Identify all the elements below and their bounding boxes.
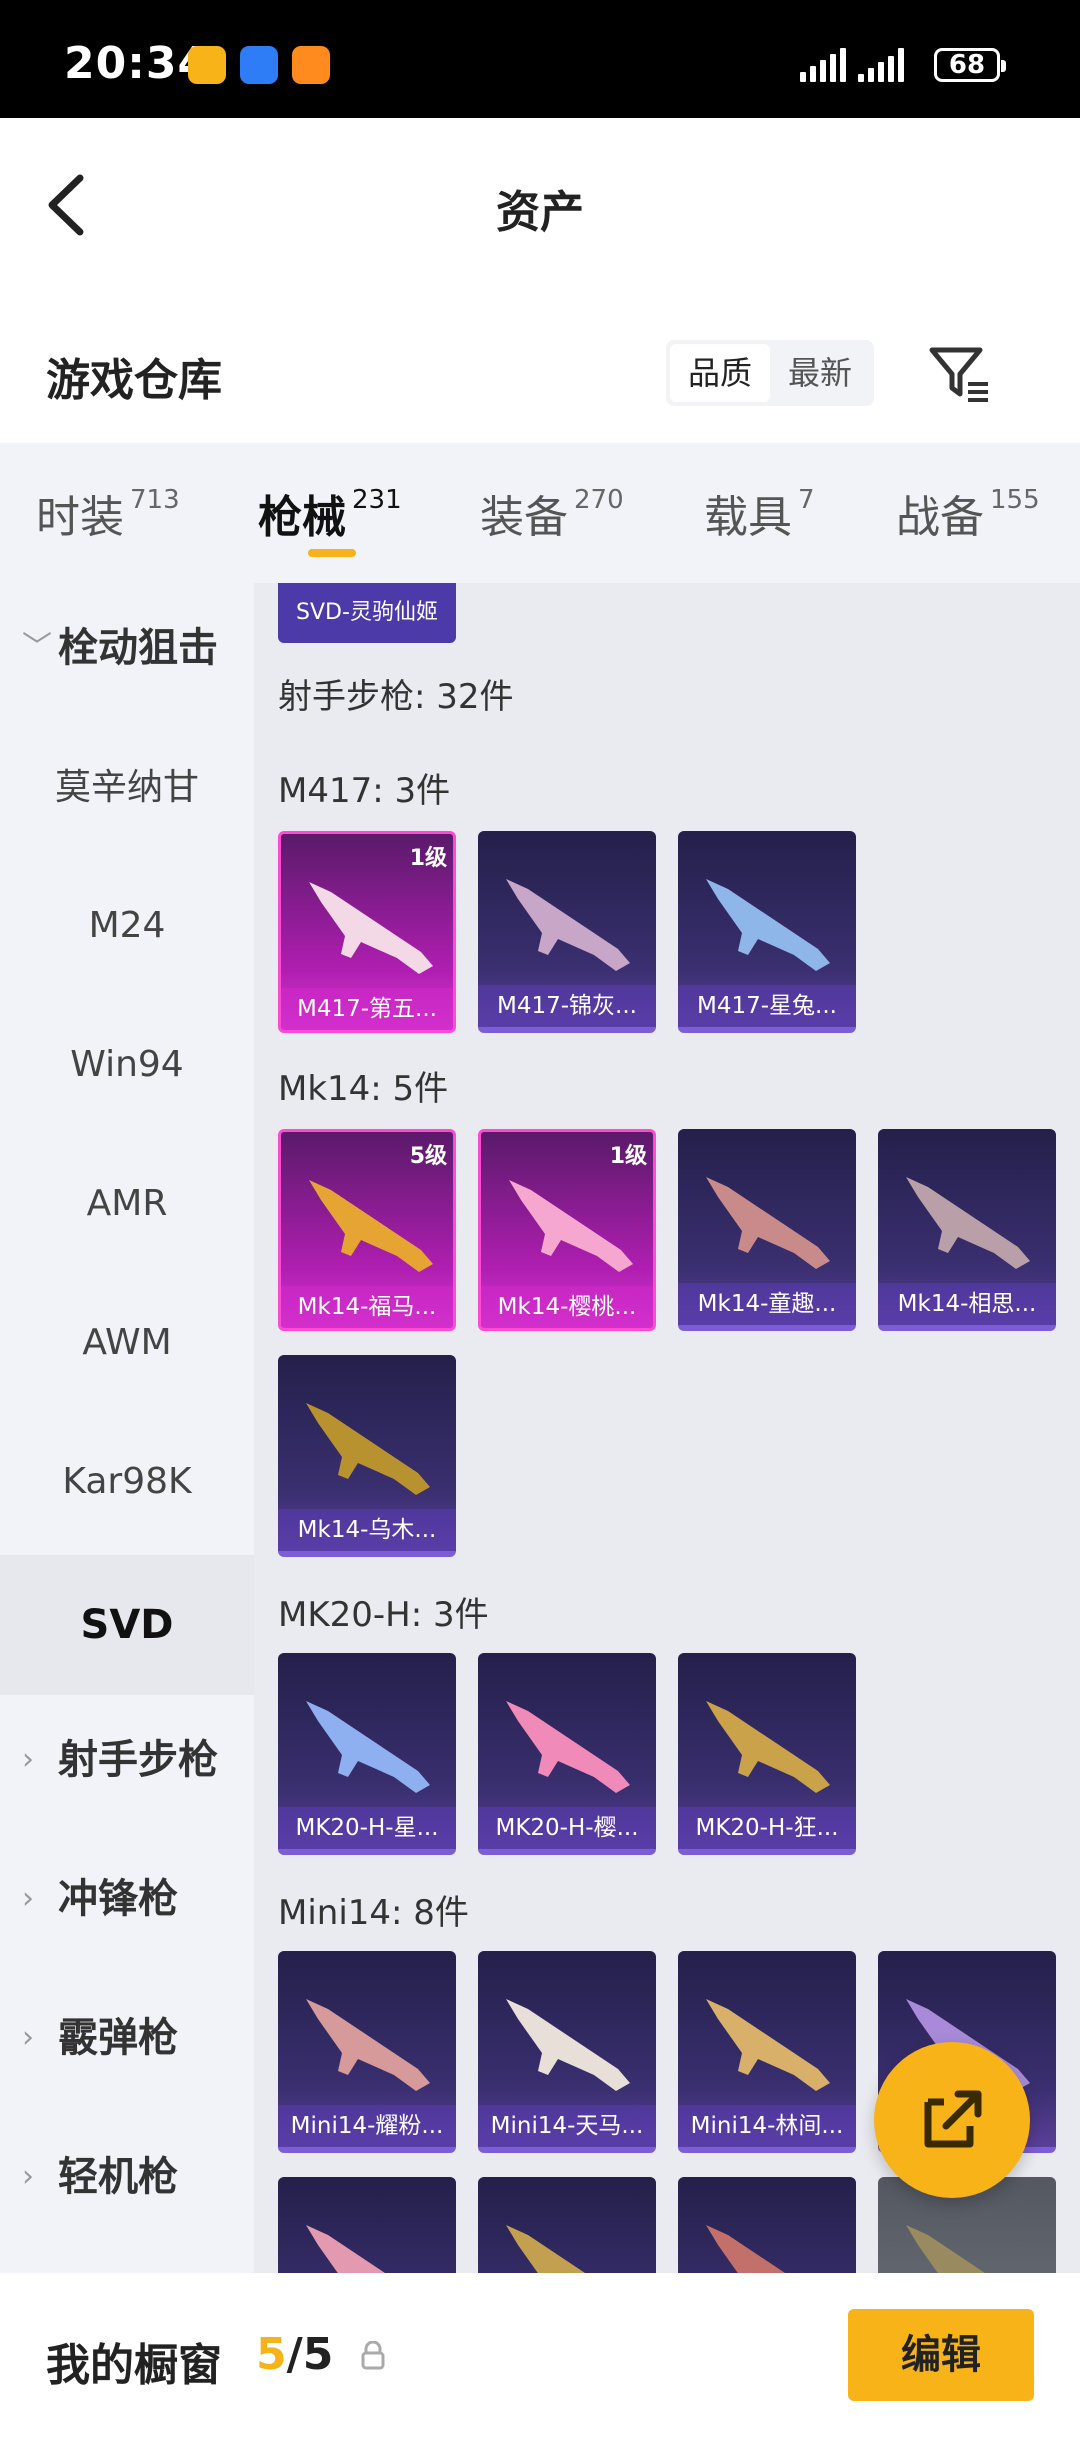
rifle-icon (706, 1701, 830, 1793)
tab-weapons[interactable]: 枪械 231 (258, 481, 402, 545)
rifle-icon (306, 2225, 385, 2273)
sidebar-item-win94[interactable]: Win94 (0, 1000, 254, 1130)
sidebar-item-mosin[interactable]: 莫辛纳甘 (0, 723, 254, 853)
app-notification-icon (188, 46, 226, 84)
sidebar-group-bolt-action[interactable]: ﹀ 栓动狙击 (0, 583, 254, 713)
weapon-card[interactable]: Mk14-乌木... (278, 1355, 456, 1557)
showcase-count: 5/5 (256, 2329, 334, 2380)
sidebar-group-dmr[interactable]: › 射手步枪 (0, 1695, 254, 1825)
tab-equipment[interactable]: 装备 270 (480, 481, 624, 545)
rifle-icon (506, 1999, 630, 2091)
category-tabs: 时装 713 枪械 231 装备 270 载具 7 战备 155 (0, 443, 1080, 583)
section-title: MK20-H: 3件 (278, 1595, 489, 1635)
tab-vehicles[interactable]: 载具 7 (704, 481, 815, 545)
rifle-icon (706, 1999, 830, 2091)
rifle-icon (706, 2225, 785, 2273)
sidebar-group-smg[interactable]: › 冲锋枪 (0, 1834, 254, 1964)
weapon-card[interactable]: Mini14-耀粉... (278, 1951, 456, 2153)
chevron-right-icon: › (22, 1881, 34, 1916)
weapon-card[interactable]: M417-锦灰... (478, 831, 656, 1033)
section-title: M417: 3件 (278, 771, 451, 811)
chevron-right-icon: › (22, 2159, 34, 2194)
battery-icon: 68 (934, 48, 1006, 82)
rifle-icon (306, 1701, 430, 1793)
section-title: Mk14: 5件 (278, 1069, 449, 1109)
signal-icon (858, 48, 904, 82)
chevron-right-icon: › (22, 2020, 34, 2055)
rifle-icon (506, 1701, 630, 1793)
sidebar-item-m24[interactable]: M24 (0, 861, 254, 991)
weapon-card[interactable]: MK20-H-星... (278, 1653, 456, 1855)
weapon-card[interactable]: MK20-H-狂... (678, 1653, 856, 1855)
weapon-card[interactable]: 1级 M417-第五... (278, 831, 456, 1033)
rifle-icon (309, 1180, 433, 1272)
sidebar-item-awm[interactable]: AWM (0, 1278, 254, 1408)
weapon-card[interactable]: Mini14-天马... (478, 1951, 656, 2153)
warehouse-title: 游戏仓库 (46, 355, 222, 406)
section-title: Mini14: 8件 (278, 1893, 469, 1933)
showcase-title: 我的橱窗 (46, 2340, 222, 2391)
weapon-category-sidebar: ﹀ 栓动狙击 莫辛纳甘 M24 Win94 AMR AWM Kar98K SVD … (0, 583, 254, 2273)
sidebar-item-amr[interactable]: AMR (0, 1139, 254, 1269)
status-bar: 20:34 68 (0, 0, 1080, 118)
weapon-card[interactable] (678, 2177, 856, 2273)
rifle-icon (309, 882, 433, 974)
weapon-card[interactable] (278, 2177, 456, 2273)
sidebar-group-lmg[interactable]: › 轻机枪 (0, 2112, 254, 2242)
weapon-card[interactable]: MK20-H-樱... (478, 1653, 656, 1855)
signal-icon (800, 48, 846, 82)
rifle-icon (906, 1177, 1030, 1269)
share-icon (924, 2090, 982, 2148)
weapon-card[interactable]: Mini14-林间... (678, 1951, 856, 2153)
page-header: 资产 (0, 118, 1080, 288)
app-notification-icon (240, 46, 278, 84)
sort-quality-button[interactable]: 品质 (670, 344, 770, 402)
weapon-card[interactable] (478, 2177, 656, 2273)
filter-icon (929, 347, 988, 402)
rifle-icon (506, 2225, 585, 2273)
rifle-icon (706, 1177, 830, 1269)
sort-latest-button[interactable]: 最新 (770, 344, 870, 402)
weapon-card[interactable]: 1级 Mk14-樱桃... (478, 1129, 656, 1331)
page-title: 资产 (496, 187, 584, 238)
rifle-icon (906, 2225, 985, 2273)
share-button[interactable] (874, 2042, 1030, 2198)
filter-button[interactable] (928, 344, 992, 404)
rifle-icon (509, 1180, 633, 1272)
rifle-icon (306, 1403, 430, 1495)
rifle-icon (506, 879, 630, 971)
weapon-card[interactable]: Mk14-童趣... (678, 1129, 856, 1331)
section-header: 射手步枪: 32件 (278, 677, 514, 717)
warehouse-bar: 游戏仓库 品质 最新 (0, 288, 1080, 443)
tab-combat-gear[interactable]: 战备 155 (896, 481, 1040, 545)
tab-fashion[interactable]: 时装 713 (36, 481, 180, 545)
edit-button[interactable]: 编辑 (848, 2309, 1034, 2401)
sidebar-group-shotgun[interactable]: › 霰弹枪 (0, 1973, 254, 2103)
video-app-icon (292, 46, 330, 84)
active-tab-indicator (308, 549, 356, 557)
weapon-card[interactable]: 5级 Mk14-福马... (278, 1129, 456, 1331)
weapon-card[interactable]: M417-星兔... (678, 831, 856, 1033)
showcase-bar: 我的橱窗 5/5 编辑 (0, 2273, 1080, 2438)
sidebar-item-kar98k[interactable]: Kar98K (0, 1417, 254, 1547)
sidebar-item-svd[interactable]: SVD (0, 1555, 254, 1695)
chevron-right-icon: › (22, 1742, 34, 1777)
chevron-down-icon: ﹀ (22, 630, 52, 665)
lock-icon (361, 2341, 385, 2370)
weapon-card[interactable]: Mk14-相思... (878, 1129, 1056, 1331)
rifle-icon (706, 879, 830, 971)
sort-toggle: 品质 最新 (666, 340, 874, 406)
weapon-card[interactable]: SVD-灵驹仙姬 (278, 583, 456, 643)
weapon-grid: SVD-灵驹仙姬 射手步枪: 32件 M417: 3件 1级 M417-第五..… (254, 583, 1080, 2273)
rifle-icon (306, 1999, 430, 2091)
